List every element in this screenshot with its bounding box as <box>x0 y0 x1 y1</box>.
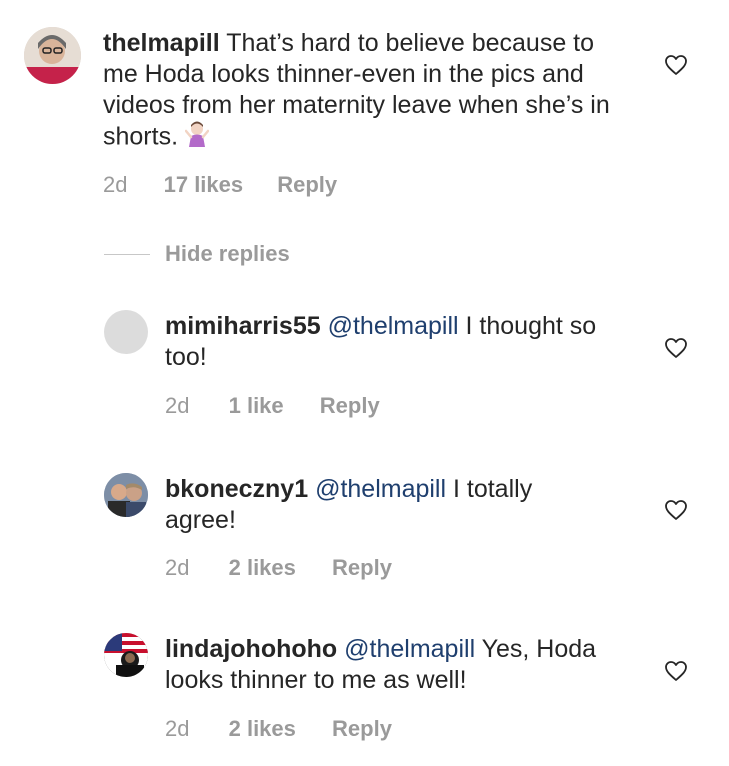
username[interactable]: bkoneczny1 <box>165 475 308 503</box>
mention-link[interactable]: @thelmapill <box>315 475 446 503</box>
heart-icon[interactable] <box>664 660 688 682</box>
likes-count[interactable]: 2 likes <box>229 716 296 742</box>
username[interactable]: mimiharris55 <box>165 312 321 340</box>
mention-link[interactable]: @thelmapill <box>344 635 475 663</box>
likes-count[interactable]: 17 likes <box>164 172 244 198</box>
timestamp: 2d <box>165 393 190 418</box>
comment-meta: 2d 1 like Reply <box>165 393 380 419</box>
comment-text: thelmapill That’s hard to believe becaus… <box>103 28 623 155</box>
avatar[interactable] <box>24 27 81 84</box>
heart-icon[interactable] <box>664 54 688 76</box>
comment-text: mimiharris55 @thelmapill I thought so to… <box>165 311 635 373</box>
comment-text: bkoneczny1 @thelmapill I totally agree! <box>165 474 605 536</box>
reply-button[interactable]: Reply <box>320 393 380 419</box>
timestamp: 2d <box>103 172 128 197</box>
timestamp: 2d <box>165 716 190 741</box>
comment-text: lindajohohoho @thelmapill Yes, Hoda look… <box>165 634 605 696</box>
timestamp: 2d <box>165 555 190 580</box>
hide-replies-label: Hide replies <box>165 241 290 266</box>
avatar[interactable] <box>104 310 148 354</box>
reply-button[interactable]: Reply <box>277 172 337 198</box>
avatar-photo <box>104 633 148 677</box>
avatar[interactable] <box>104 633 148 677</box>
reply-button[interactable]: Reply <box>332 716 392 742</box>
person-shrugging-emoji <box>184 121 210 155</box>
comment-meta: 2d 2 likes Reply <box>165 716 392 742</box>
avatar[interactable] <box>104 473 148 517</box>
likes-count[interactable]: 1 like <box>229 393 284 419</box>
avatar-photo <box>104 473 148 517</box>
divider <box>104 254 150 255</box>
comment-meta: 2d 17 likes Reply <box>103 172 337 198</box>
username[interactable]: lindajohohoho <box>165 635 337 663</box>
hide-replies-toggle[interactable]: Hide replies <box>104 239 404 269</box>
mention-link[interactable]: @thelmapill <box>328 312 459 340</box>
username[interactable]: thelmapill <box>103 29 220 57</box>
reply-button[interactable]: Reply <box>332 555 392 581</box>
heart-icon[interactable] <box>664 337 688 359</box>
likes-count[interactable]: 2 likes <box>229 555 296 581</box>
avatar-photo <box>24 27 81 84</box>
heart-icon[interactable] <box>664 499 688 521</box>
comment-meta: 2d 2 likes Reply <box>165 555 392 581</box>
